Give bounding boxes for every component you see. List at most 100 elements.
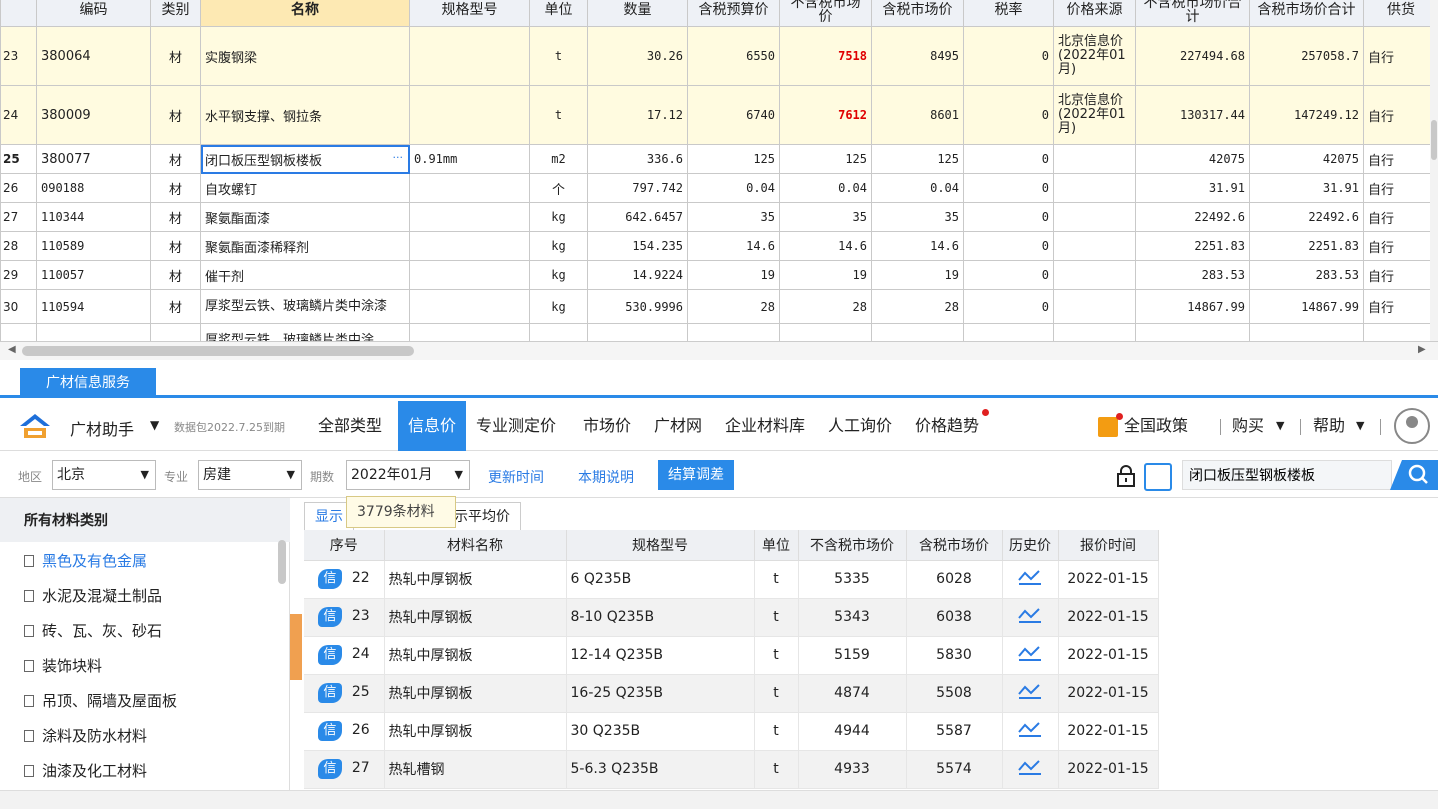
period-note-link[interactable]: 本期说明: [578, 467, 634, 487]
spec-cell[interactable]: 5-6.3 Q235B: [566, 750, 755, 789]
market-price-ex-cell[interactable]: 14.6: [779, 231, 872, 261]
grid-header[interactable]: 数量: [587, 0, 688, 27]
name-cell[interactable]: 自攻螺钉: [200, 173, 410, 203]
nav-manual-inquiry[interactable]: 人工询价: [828, 401, 892, 451]
price-source-cell[interactable]: [1053, 173, 1136, 203]
history-price-cell[interactable]: [1002, 750, 1059, 789]
price-ex-cell[interactable]: 4874: [798, 674, 907, 713]
tax-rate-cell[interactable]: 0: [963, 260, 1054, 290]
region-select[interactable]: 北京 ▼: [52, 460, 156, 490]
unit-cell[interactable]: kg: [529, 231, 588, 261]
more-options-icon[interactable]: ···: [393, 151, 404, 164]
price-ex-cell[interactable]: 5335: [798, 560, 907, 599]
grid-header[interactable]: 规格型号: [409, 0, 530, 27]
code-cell[interactable]: 380077: [36, 144, 151, 174]
market-price-in-cell[interactable]: 8601: [871, 85, 964, 145]
table-row[interactable]: 26 090188 材 自攻螺钉 个 797.742 0.04 0.04 0.0…: [0, 173, 1438, 203]
qty-cell[interactable]: 336.6: [587, 144, 688, 174]
result-header[interactable]: 含税市场价: [906, 530, 1003, 561]
qty-cell[interactable]: [587, 323, 688, 341]
qty-cell[interactable]: 30.26: [587, 26, 688, 86]
market-price-in-cell[interactable]: 8495: [871, 26, 964, 86]
result-header[interactable]: 历史价: [1002, 530, 1059, 561]
supply-cell[interactable]: 自行: [1363, 144, 1438, 174]
price-source-cell[interactable]: [1053, 202, 1136, 232]
unit-cell[interactable]: kg: [529, 260, 588, 290]
result-row[interactable]: 信 23 热轧中厚钢板 8-10 Q235B t 5343 6038 2022-01-15: [304, 598, 1159, 637]
name-cell[interactable]: 实腹钢梁: [200, 26, 410, 86]
category-item[interactable]: 涂料及防水材料: [24, 725, 147, 746]
supply-cell[interactable]: 自行: [1363, 202, 1438, 232]
scroll-right-icon[interactable]: ▶: [1418, 344, 1426, 355]
trend-chart-icon[interactable]: [1017, 606, 1043, 624]
name-cell[interactable]: 聚氨酯面漆稀释剂: [200, 231, 410, 261]
market-price-in-cell[interactable]: 28: [871, 289, 964, 324]
spec-cell[interactable]: [409, 85, 530, 145]
spec-cell[interactable]: [409, 202, 530, 232]
tab-material-info-service[interactable]: 广材信息服务: [20, 368, 156, 398]
category-scrollbar-thumb[interactable]: [278, 540, 286, 584]
code-cell[interactable]: [36, 323, 151, 341]
tax-rate-cell[interactable]: 0: [963, 173, 1054, 203]
code-cell[interactable]: 380009: [36, 85, 151, 145]
category-cell[interactable]: 材: [150, 26, 201, 86]
market-price-in-cell[interactable]: [871, 323, 964, 341]
qty-cell[interactable]: 797.742: [587, 173, 688, 203]
budget-price-cell[interactable]: 6550: [687, 26, 780, 86]
category-item[interactable]: 吊顶、隔墙及屋面板: [24, 690, 177, 711]
spec-cell[interactable]: 0.91mm: [409, 144, 530, 174]
spec-cell[interactable]: [409, 231, 530, 261]
history-price-cell[interactable]: [1002, 712, 1059, 751]
price-source-cell[interactable]: 北京信息价(2022年01月): [1053, 26, 1136, 86]
price-source-cell[interactable]: 北京信息价(2022年01月): [1053, 85, 1136, 145]
nav-professional-price[interactable]: 专业测定价: [476, 401, 556, 451]
category-cell[interactable]: 材: [150, 231, 201, 261]
grid-header[interactable]: 税率: [963, 0, 1054, 27]
qty-cell[interactable]: 154.235: [587, 231, 688, 261]
help-menu[interactable]: 帮助: [1313, 401, 1345, 451]
table-row-partial[interactable]: 厚浆型云铁、玻璃鳞片类中涂: [0, 323, 1438, 341]
category-cell[interactable]: 材: [150, 202, 201, 232]
unlock-icon[interactable]: [1144, 463, 1172, 491]
unit-cell[interactable]: t: [529, 85, 588, 145]
result-row[interactable]: 信 22 热轧中厚钢板 6 Q235B t 5335 6028 2022-01-15: [304, 560, 1159, 599]
price-source-cell[interactable]: [1053, 144, 1136, 174]
market-price-in-cell[interactable]: 14.6: [871, 231, 964, 261]
tax-rate-cell[interactable]: 0: [963, 85, 1054, 145]
supply-cell[interactable]: 自行: [1363, 85, 1438, 145]
result-header[interactable]: 序号: [304, 530, 385, 561]
category-cell[interactable]: 材: [150, 289, 201, 324]
price-source-cell[interactable]: [1053, 231, 1136, 261]
price-in-cell[interactable]: 5830: [906, 636, 1003, 675]
trend-chart-icon[interactable]: [1017, 682, 1043, 700]
grid-header[interactable]: 不含税市场价: [779, 0, 872, 27]
market-price-ex-cell[interactable]: 7612: [779, 85, 872, 145]
market-price-ex-cell[interactable]: 35: [779, 202, 872, 232]
scrollbar-thumb[interactable]: [22, 346, 414, 356]
price-in-cell[interactable]: 5587: [906, 712, 1003, 751]
tax-rate-cell[interactable]: 0: [963, 231, 1054, 261]
code-cell[interactable]: 110057: [36, 260, 151, 290]
unit-cell[interactable]: 个: [529, 173, 588, 203]
price-source-cell[interactable]: [1053, 289, 1136, 324]
category-cell[interactable]: 材: [150, 85, 201, 145]
price-source-cell[interactable]: [1053, 323, 1136, 341]
budget-price-cell[interactable]: [687, 323, 780, 341]
result-header[interactable]: 材料名称: [384, 530, 567, 561]
market-price-ex-cell[interactable]: 19: [779, 260, 872, 290]
grid-header[interactable]: 类别: [150, 0, 201, 27]
category-item[interactable]: 水泥及混凝土制品: [24, 585, 162, 606]
price-ex-cell[interactable]: 4944: [798, 712, 907, 751]
code-cell[interactable]: 110589: [36, 231, 151, 261]
unit-cell[interactable]: t: [529, 26, 588, 86]
spec-cell[interactable]: [409, 289, 530, 324]
price-in-cell[interactable]: 6028: [906, 560, 1003, 599]
grid-horizontal-scrollbar[interactable]: ◀ ▶: [0, 342, 1438, 360]
lock-icon[interactable]: [1116, 464, 1136, 488]
history-price-cell[interactable]: [1002, 674, 1059, 713]
market-price-in-cell[interactable]: 125: [871, 144, 964, 174]
spec-cell[interactable]: [409, 260, 530, 290]
result-row[interactable]: 信 26 热轧中厚钢板 30 Q235B t 4944 5587 2022-01-15: [304, 712, 1159, 751]
nav-national-policy[interactable]: 全国政策: [1124, 401, 1188, 451]
name-cell[interactable]: 厚浆型云铁、玻璃鳞片类中涂: [200, 323, 410, 341]
